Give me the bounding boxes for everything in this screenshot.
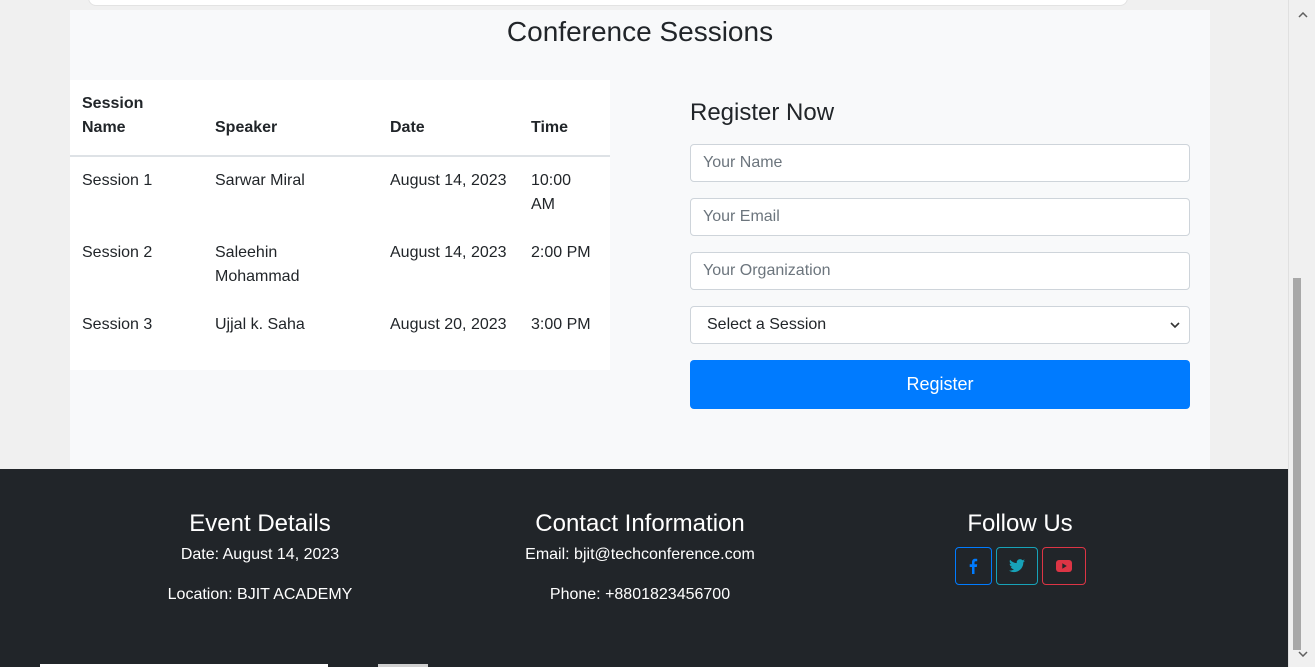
cell-time: 10:00 AM <box>531 172 572 213</box>
cell-speaker: Sarwar Miral <box>215 172 305 189</box>
column-header-date: Date <box>378 80 519 157</box>
sessions-title: Conference Sessions <box>506 16 774 47</box>
contact-phone: Phone: +8801823456700 <box>549 586 731 603</box>
column-header-speaker: Speaker <box>203 80 378 157</box>
scroll-down-arrow-icon[interactable] <box>1289 645 1315 663</box>
social-links <box>830 547 1210 585</box>
sessions-section: Conference Sessions Session Name Speaker… <box>70 10 1210 469</box>
sessions-table: Session Name Speaker Date Time Session 1… <box>70 80 610 349</box>
column-header-session-name: Session Name <box>70 80 203 157</box>
facebook-icon <box>969 558 978 574</box>
header-fragment <box>88 0 1128 6</box>
youtube-icon <box>1055 560 1072 572</box>
table-row: Session 2 Saleehin Mohammad August 14, 2… <box>70 229 610 301</box>
cell-date: August 14, 2023 <box>390 244 507 261</box>
organization-input[interactable] <box>690 252 1190 290</box>
cell-session: Session 2 <box>82 244 153 261</box>
follow-us-column: Follow Us <box>830 509 1210 585</box>
scrollbar-thumb[interactable] <box>1293 278 1301 650</box>
email-input[interactable] <box>690 198 1190 236</box>
footer: Event Details Date: August 14, 2023 Loca… <box>0 469 1288 667</box>
event-details-title: Event Details <box>189 510 331 537</box>
twitter-icon <box>1008 559 1025 573</box>
cell-date: August 20, 2023 <box>390 316 507 333</box>
cell-date: August 14, 2023 <box>390 172 507 189</box>
event-details-column: Event Details Date: August 14, 2023 Loca… <box>70 509 450 623</box>
table-header-row: Session Name Speaker Date Time <box>70 80 610 157</box>
facebook-button[interactable] <box>954 547 992 585</box>
name-input[interactable] <box>690 144 1190 182</box>
table-row: Session 3 Ujjal k. Saha August 20, 2023 … <box>70 301 610 349</box>
cell-speaker: Saleehin Mohammad <box>215 244 300 285</box>
page-viewport: Conference Sessions Session Name Speaker… <box>0 0 1288 667</box>
cell-time: 2:00 PM <box>531 244 591 261</box>
register-form: Register Now Select a Session Register <box>690 98 1190 409</box>
session-select[interactable]: Select a Session <box>690 306 1190 344</box>
cell-time: 3:00 PM <box>531 316 591 333</box>
contact-title: Contact Information <box>535 510 745 537</box>
scroll-up-arrow-icon[interactable] <box>1289 6 1315 24</box>
cell-session: Session 1 <box>82 172 153 189</box>
twitter-button[interactable] <box>995 547 1038 585</box>
cell-speaker: Ujjal k. Saha <box>215 316 305 333</box>
table-row: Session 1 Sarwar Miral August 14, 2023 1… <box>70 156 610 229</box>
youtube-button[interactable] <box>1041 547 1086 585</box>
sessions-table-container: Session Name Speaker Date Time Session 1… <box>70 80 610 370</box>
cell-session: Session 3 <box>82 316 153 333</box>
event-date: Date: August 14, 2023 <box>180 546 340 563</box>
follow-us-title: Follow Us <box>967 510 1073 537</box>
chevron-down-icon <box>1170 322 1180 329</box>
vertical-scrollbar[interactable] <box>1288 0 1315 667</box>
register-title: Register Now <box>690 99 835 126</box>
event-location: Location: BJIT ACADEMY <box>167 586 353 603</box>
register-button[interactable]: Register <box>690 360 1190 409</box>
column-header-time: Time <box>519 80 610 157</box>
session-select-value: Select a Session <box>707 316 827 333</box>
contact-information-column: Contact Information Email: bjit@techconf… <box>450 509 830 623</box>
contact-email: Email: bjit@techconference.com <box>525 546 755 563</box>
